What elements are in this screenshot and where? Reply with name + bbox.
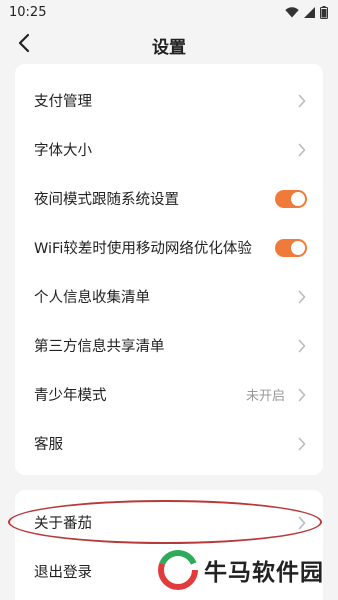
row-label: 第三方信息共享清单 bbox=[34, 339, 165, 355]
settings-row-third-party[interactable]: 第三方信息共享清单 bbox=[15, 321, 323, 370]
row-label: WiFi较差时使用移动网络优化体验 bbox=[34, 241, 252, 257]
row-label: 支付管理 bbox=[34, 94, 92, 110]
toggle-knob bbox=[291, 240, 305, 255]
row-label: 客服 bbox=[34, 437, 63, 453]
night-mode-toggle[interactable] bbox=[275, 189, 307, 208]
row-label: 字体大小 bbox=[34, 143, 92, 159]
chevron-right-icon bbox=[298, 143, 306, 156]
chevron-right-icon bbox=[298, 516, 306, 529]
status-bar: 10:25 bbox=[0, 0, 338, 24]
settings-row-about[interactable]: 关于番茄 bbox=[15, 498, 323, 547]
chevron-right-icon bbox=[298, 290, 306, 303]
page-title: 设置 bbox=[152, 38, 186, 58]
settings-row-customer-service[interactable]: 客服 bbox=[15, 419, 323, 468]
status-time: 10:25 bbox=[9, 4, 47, 20]
row-label: 个人信息收集清单 bbox=[34, 290, 150, 306]
toggle-knob bbox=[291, 191, 305, 206]
teen-mode-status: 未开启 bbox=[245, 389, 285, 404]
battery-icon bbox=[320, 5, 328, 19]
settings-row-teen-mode[interactable]: 青少年模式 未开启 bbox=[15, 370, 323, 419]
chevron-right-icon bbox=[298, 437, 306, 450]
settings-row-font-size[interactable]: 字体大小 bbox=[15, 125, 323, 174]
settings-row-personal-info[interactable]: 个人信息收集清单 bbox=[15, 272, 323, 321]
settings-row-night-mode: 夜间模式跟随系统设置 bbox=[15, 174, 323, 223]
chevron-right-icon bbox=[298, 94, 306, 107]
row-label: 青少年模式 bbox=[34, 388, 107, 404]
settings-row-payment[interactable]: 支付管理 bbox=[15, 76, 323, 125]
signal-icon bbox=[304, 6, 315, 18]
row-label: 关于番茄 bbox=[34, 516, 92, 532]
wifi-icon bbox=[285, 6, 299, 17]
watermark-text: 牛马软件园 bbox=[204, 560, 324, 586]
settings-card: 支付管理 字体大小 夜间模式跟随系统设置 WiFi较差时使用移动网络优化体验 个… bbox=[15, 64, 323, 475]
chevron-right-icon bbox=[298, 339, 306, 352]
watermark: 牛马软件园 bbox=[158, 550, 324, 590]
chevron-right-icon bbox=[298, 388, 306, 401]
status-icons bbox=[285, 5, 328, 19]
settings-row-wifi-optimize: WiFi较差时使用移动网络优化体验 bbox=[15, 223, 323, 272]
row-label: 夜间模式跟随系统设置 bbox=[34, 192, 179, 208]
wifi-optimize-toggle[interactable] bbox=[275, 238, 307, 257]
nav-bar: 设置 bbox=[0, 24, 338, 64]
watermark-logo-icon bbox=[158, 550, 198, 590]
row-label: 退出登录 bbox=[34, 565, 92, 581]
